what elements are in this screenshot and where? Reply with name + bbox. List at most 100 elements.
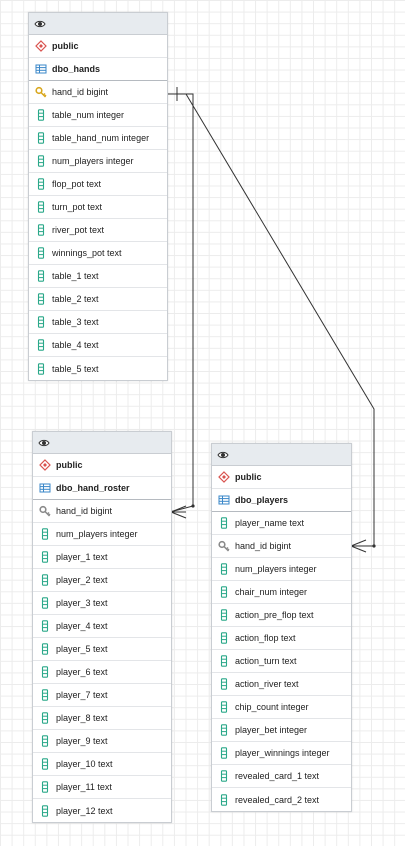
column-label: num_players integer: [56, 529, 138, 539]
column-icon: [218, 632, 230, 644]
table-grid-icon: [218, 494, 230, 506]
column-row: table_hand_num integer: [29, 127, 167, 150]
column-icon: [39, 735, 51, 747]
column-row: table_3 text: [29, 311, 167, 334]
column-icon: [39, 804, 51, 817]
column-label: num_players integer: [235, 564, 317, 574]
column-label: revealed_card_1 text: [235, 771, 320, 781]
column-label: player_1 text: [56, 552, 108, 562]
column-icon: [39, 758, 51, 770]
schema-diamond-icon: [39, 459, 51, 471]
column-row: player_10 text: [33, 753, 171, 776]
column-label: player_7 text: [56, 690, 108, 700]
column-icon: [39, 597, 51, 609]
column-label: hand_id bigint: [235, 541, 292, 551]
column-label: revealed_card_2 text: [235, 794, 320, 805]
column-row: action_pre_flop text: [212, 604, 351, 627]
column-row: revealed_card_2 text: [212, 788, 351, 811]
column-label: hand_id bigint: [56, 506, 113, 516]
column-icon: [39, 528, 51, 540]
column-label: player_5 text: [56, 644, 108, 654]
column-label: table_hand_num integer: [52, 133, 150, 143]
column-row: player_name text: [212, 512, 351, 535]
eye-icon[interactable]: [34, 18, 46, 30]
column-row: table_2 text: [29, 288, 167, 311]
column-label: chip_count integer: [235, 702, 309, 712]
table-name: dbo_players: [235, 495, 289, 505]
column-icon: [39, 712, 51, 724]
table-node-dbo-hand-roster[interactable]: public dbo_hand_roster hand_id bigint num_p…: [32, 431, 172, 823]
table-grid-icon: [35, 63, 47, 75]
column-icon: [35, 316, 47, 328]
column-row: player_7 text: [33, 684, 171, 707]
column-row: player_11 text: [33, 776, 171, 799]
column-row: hand_id bigint: [212, 535, 351, 558]
column-label: player_12 text: [56, 805, 113, 816]
table-node-header: [212, 444, 351, 466]
column-row: table_5 text: [29, 357, 167, 380]
column-icon: [218, 701, 230, 713]
many-marker: [170, 511, 187, 519]
table-name: dbo_hand_roster: [56, 483, 130, 493]
foreign-key-icon: [39, 505, 51, 517]
column-label: chair_num integer: [235, 587, 308, 597]
column-icon: [218, 563, 230, 575]
table-node-header: [29, 13, 167, 35]
column-row: chair_num integer: [212, 581, 351, 604]
column-row: player_1 text: [33, 546, 171, 569]
column-row: turn_pot text: [29, 196, 167, 219]
column-row: river_pot text: [29, 219, 167, 242]
schema-name: public: [235, 472, 262, 482]
column-label: player_4 text: [56, 621, 108, 631]
table-grid-icon: [39, 482, 51, 494]
column-icon: [35, 109, 47, 121]
column-icon: [218, 586, 230, 598]
column-row: player_9 text: [33, 730, 171, 753]
column-icon: [39, 620, 51, 632]
schema-row: public: [29, 35, 167, 58]
eye-icon[interactable]: [217, 449, 229, 461]
table-name-row: dbo_players: [212, 489, 351, 512]
primary-key-icon: [35, 86, 47, 98]
column-row: hand_id bigint: [33, 500, 171, 523]
foreign-key-icon: [218, 540, 230, 552]
many-marker: [350, 539, 367, 547]
column-label: action_river text: [235, 679, 299, 689]
column-label: winnings_pot text: [52, 248, 122, 258]
column-icon: [35, 270, 47, 282]
column-row: action_flop text: [212, 627, 351, 650]
column-row: player_3 text: [33, 592, 171, 615]
column-row: player_12 text: [33, 799, 171, 822]
column-row: table_4 text: [29, 334, 167, 357]
column-icon: [35, 362, 47, 375]
column-label: player_name text: [235, 518, 305, 528]
column-row: table_1 text: [29, 265, 167, 288]
table-node-dbo-hands[interactable]: public dbo_hands hand_id bigint table_num i…: [28, 12, 168, 381]
column-icon: [35, 339, 47, 351]
table-name: dbo_hands: [52, 64, 101, 74]
column-label: river_pot text: [52, 225, 105, 235]
schema-name: public: [52, 41, 79, 51]
eye-icon[interactable]: [38, 437, 50, 449]
schema-name: public: [56, 460, 83, 470]
column-icon: [218, 770, 230, 782]
column-label: turn_pot text: [52, 202, 103, 212]
table-node-dbo-players[interactable]: public dbo_players player_name text hand_id…: [211, 443, 352, 812]
column-row: num_players integer: [212, 558, 351, 581]
many-marker: [170, 505, 187, 513]
column-icon: [39, 551, 51, 563]
column-row: num_players integer: [29, 150, 167, 173]
column-row: table_num integer: [29, 104, 167, 127]
column-row: action_river text: [212, 673, 351, 696]
column-label: action_turn text: [235, 656, 297, 666]
column-label: player_9 text: [56, 736, 108, 746]
column-icon: [218, 517, 230, 529]
column-label: player_10 text: [56, 759, 113, 769]
column-label: player_2 text: [56, 575, 108, 585]
column-label: table_num integer: [52, 110, 125, 120]
column-row: flop_pot text: [29, 173, 167, 196]
column-label: hand_id bigint: [52, 87, 109, 97]
column-icon: [218, 747, 230, 759]
column-icon: [35, 155, 47, 167]
column-label: action_flop text: [235, 633, 296, 643]
